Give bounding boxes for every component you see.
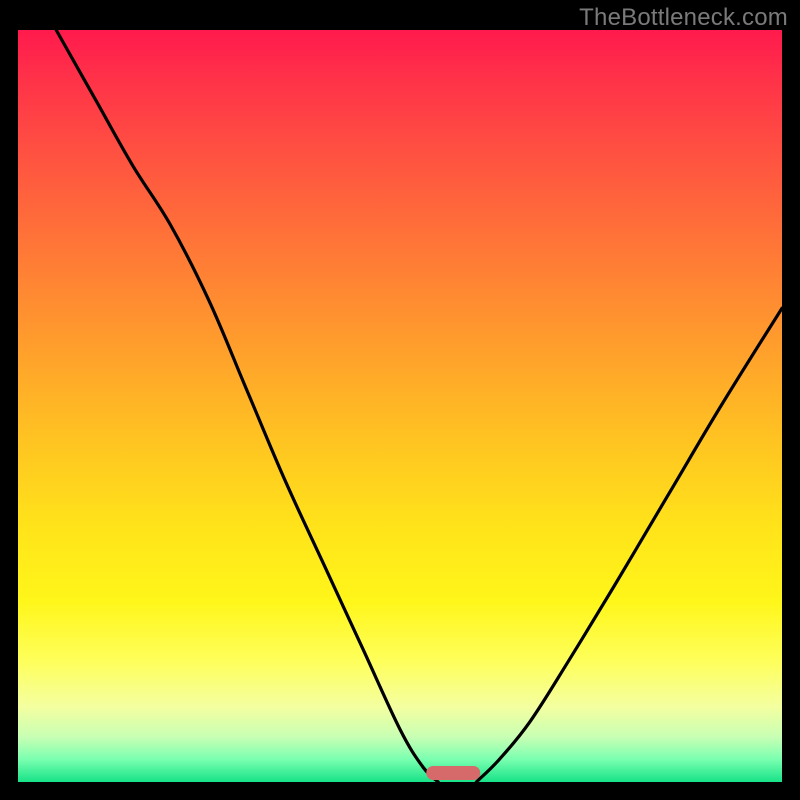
optimal-zone-marker	[427, 766, 480, 780]
plot-area	[18, 30, 782, 782]
chart-frame: TheBottleneck.com	[0, 0, 800, 800]
attribution-text: TheBottleneck.com	[579, 4, 788, 32]
bottleneck-curve	[18, 30, 782, 782]
curve-left	[56, 30, 438, 782]
curve-right	[476, 308, 782, 782]
